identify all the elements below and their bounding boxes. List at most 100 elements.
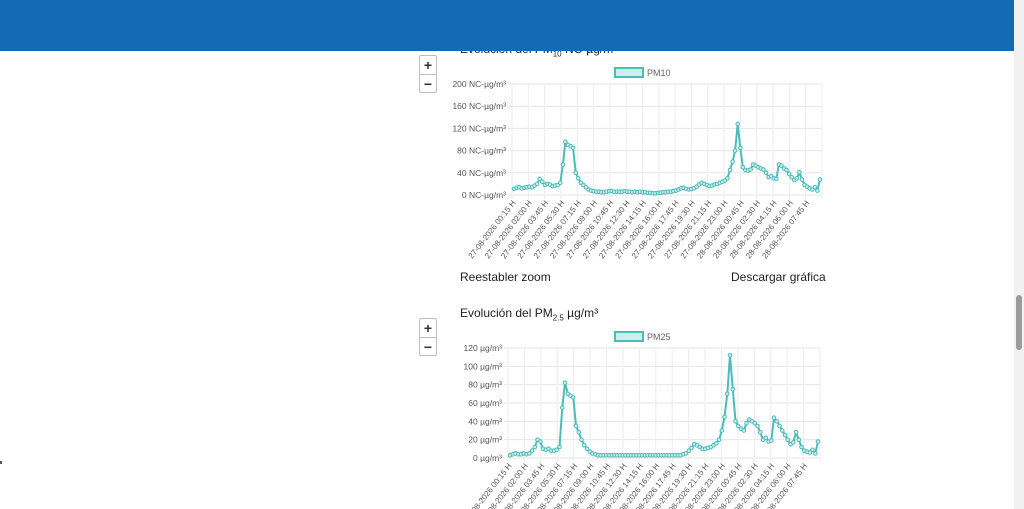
chart1-data-point[interactable] — [540, 179, 545, 184]
chart2-data-point[interactable] — [793, 430, 799, 435]
chart1-data-point[interactable] — [812, 184, 818, 190]
chart2-data-point[interactable] — [791, 440, 796, 445]
chart1-data-point[interactable] — [799, 177, 805, 182]
chart1-data-point[interactable] — [563, 139, 568, 144]
chart2-data-point[interactable] — [719, 428, 725, 433]
chart2-data-point[interactable] — [560, 405, 565, 410]
chart1-legend-label: PM10 — [647, 68, 671, 78]
asturias-crest-icon[interactable] — [167, 4, 193, 44]
chart2-y-tick-label: 0 µg/m³ — [473, 453, 502, 463]
chart2-legend-swatch — [614, 331, 644, 342]
chart2-data-point[interactable] — [716, 437, 722, 442]
download-chart-link[interactable]: Descargar gráfica — [731, 270, 826, 284]
chart1-data-point[interactable] — [573, 170, 578, 176]
chart1-data-point[interactable] — [570, 145, 576, 151]
search-icon — [826, 16, 841, 31]
chart2-data-point[interactable] — [782, 432, 788, 438]
chart2-zoom-out-button[interactable]: − — [420, 338, 436, 356]
page-scrollbar[interactable] — [1014, 0, 1024, 509]
chart2-data-point[interactable] — [733, 419, 738, 424]
chart2-data-point[interactable] — [727, 353, 733, 358]
chart2-data-point[interactable] — [771, 415, 777, 420]
chart2-data-point[interactable] — [730, 387, 736, 392]
chart2-data-point[interactable] — [538, 439, 543, 444]
chart2-y-tick-label: 60 µg/m³ — [468, 398, 502, 408]
brand-divider — [205, 15, 206, 37]
chart2-container[interactable]: PM25 0 µg/m³ 20 µg/m³ 40 µg/m³ 60 µg/m³ 80 µg… — [440, 326, 830, 509]
chart1-data-point[interactable] — [784, 167, 789, 173]
chart2-data-point[interactable] — [722, 414, 727, 420]
chart2-zoom-in-button[interactable]: + — [420, 319, 436, 338]
chart1-data-point[interactable] — [725, 176, 730, 181]
chart2-data-point[interactable] — [571, 395, 576, 400]
chart2-data-point[interactable] — [579, 437, 584, 442]
search-button[interactable] — [819, 9, 847, 37]
chart1-data-point[interactable] — [738, 145, 743, 151]
chart2-data-point[interactable] — [810, 447, 815, 453]
chart2-data-point[interactable] — [813, 451, 818, 456]
chart2-data-point[interactable] — [785, 437, 791, 442]
chart2-data-point[interactable] — [780, 428, 785, 433]
chart2-legend-label: PM25 — [647, 332, 671, 342]
chart2-data-point[interactable] — [777, 423, 782, 429]
chart1-data-point[interactable] — [817, 177, 823, 182]
chart2-data-point[interactable] — [714, 441, 719, 446]
chart1-data-point[interactable] — [815, 188, 820, 193]
pm10-chart[interactable]: PM10 0 NC-µg/m³ 40 NC-µg/m³ 80 NC-µg/m³ 120 … — [440, 62, 830, 272]
chart1-data-point[interactable] — [794, 176, 800, 181]
chart2-data-point[interactable] — [763, 435, 769, 441]
chart1-data-point[interactable] — [761, 167, 766, 172]
chart2-data-point[interactable] — [562, 380, 568, 386]
chart1-points — [511, 121, 823, 196]
chart2-data-point[interactable] — [755, 423, 760, 429]
brand-title[interactable]: Asturaire — [219, 22, 294, 42]
chart2-y-tick-label: 120 µg/m³ — [464, 343, 503, 353]
chart2-data-point[interactable] — [689, 445, 694, 451]
chart1-y-tick-label: 120 NC-µg/m³ — [452, 123, 506, 133]
chart2-data-point[interactable] — [799, 444, 804, 450]
chart1-data-point[interactable] — [786, 171, 792, 177]
chart2-data-point[interactable] — [557, 444, 562, 450]
chart2-data-point[interactable] — [774, 419, 780, 424]
chart2-y-tick-label: 100 µg/m³ — [464, 361, 503, 371]
chart1-data-point[interactable] — [560, 162, 566, 167]
chart1-zoom-out-button[interactable]: − — [420, 75, 436, 93]
chart2-data-point[interactable] — [769, 438, 774, 443]
menu-label: Menú — [756, 16, 789, 32]
chart2-zoom-control: + − — [419, 318, 437, 356]
chart1-data-point[interactable] — [558, 180, 563, 186]
chart2-data-point[interactable] — [529, 448, 535, 453]
chart2-data-point[interactable] — [576, 430, 582, 435]
chart2-data-point[interactable] — [815, 439, 821, 444]
chart1-data-point[interactable] — [797, 169, 802, 175]
chart2-data-point[interactable] — [741, 428, 747, 433]
chart2-data-point[interactable] — [532, 444, 538, 450]
pm25-chart[interactable]: PM25 0 µg/m³ 20 µg/m³ 40 µg/m³ 60 µg/m³ 80 µg… — [440, 326, 830, 509]
chart1-zoom-in-button[interactable]: + — [420, 56, 436, 75]
reset-zoom-link[interactable]: Reestabler zoom — [460, 270, 551, 284]
chart1-data-point[interactable] — [748, 167, 753, 172]
chart1-data-point[interactable] — [774, 176, 779, 182]
chart2-data-point[interactable] — [758, 430, 763, 435]
chart1-legend[interactable]: PM10 — [614, 67, 671, 78]
chart2-data-point[interactable] — [744, 420, 749, 426]
chart1-y-tick-label: 200 NC-µg/m³ — [452, 79, 506, 89]
chart1-data-point[interactable] — [727, 167, 733, 173]
scrollbar-thumb[interactable] — [1016, 295, 1022, 350]
chart1-data-point[interactable] — [732, 148, 738, 153]
menu-button[interactable]: Menú — [756, 14, 811, 34]
chart1-y-tick-label: 80 NC-µg/m³ — [457, 146, 506, 156]
chart2-y-tick-label: 80 µg/m³ — [468, 380, 502, 390]
chart1-data-point[interactable] — [576, 176, 581, 181]
hamburger-icon — [796, 18, 811, 30]
chart2-data-point[interactable] — [582, 442, 587, 448]
chart1-data-point[interactable] — [730, 159, 735, 164]
chart2-data-point[interactable] — [573, 423, 579, 429]
chart1-data-point[interactable] — [534, 181, 540, 187]
chart2-data-point[interactable] — [725, 391, 730, 397]
chart2-data-point[interactable] — [796, 437, 802, 442]
chart2-legend[interactable]: PM25 — [614, 331, 671, 342]
chart1-container[interactable]: PM10 0 NC-µg/m³ 40 NC-µg/m³ 80 NC-µg/m³ 120 … — [440, 62, 830, 272]
chart1-data-point[interactable] — [735, 121, 741, 127]
chart1-data-point[interactable] — [763, 170, 769, 176]
